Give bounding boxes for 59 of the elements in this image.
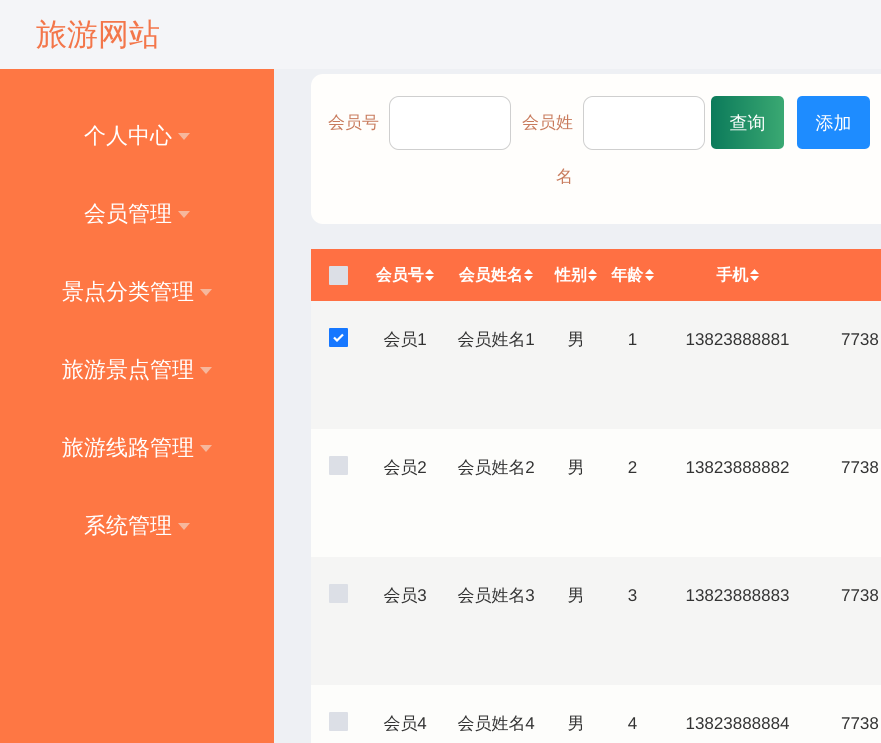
table-cell: 13823888881 <box>685 330 790 349</box>
caret-icon <box>178 210 190 218</box>
input-field[interactable] <box>583 96 705 150</box>
row-checkbox[interactable] <box>328 328 348 347</box>
row-checkbox[interactable] <box>328 584 348 603</box>
sidebar-menu-item[interactable]: 景点分类管理 <box>62 253 212 331</box>
sidebar-menu-item[interactable]: 会员管理 <box>84 175 190 253</box>
table-cell: 会员姓名4 <box>457 714 535 733</box>
sidebar-menu-item[interactable]: 系统管理 <box>84 487 190 565</box>
column-header[interactable]: 会员号 <box>376 264 424 286</box>
table-cell: 会员3 <box>383 586 427 605</box>
input-field[interactable] <box>389 96 511 150</box>
search-button[interactable]: 查询 <box>711 96 784 149</box>
add-button[interactable]: 添加 <box>797 96 870 149</box>
sidebar-menu-item[interactable]: 旅游景点管理 <box>62 331 212 409</box>
row-checkbox[interactable] <box>328 456 348 475</box>
table-cell: 13823888884 <box>685 714 790 733</box>
sort-icon[interactable] <box>524 269 533 281</box>
table-cell: 会员姓名1 <box>457 330 535 349</box>
table-cell: 男 <box>568 458 584 477</box>
caret-icon <box>200 288 212 296</box>
table-cell: 男 <box>568 330 584 349</box>
table-cell: 会员4 <box>383 714 427 733</box>
table-cell: 7738 <box>841 458 879 477</box>
table-cell: 7738 <box>841 586 879 605</box>
table-cell: 会员2 <box>383 458 427 477</box>
table-cell: 7738 <box>841 714 879 733</box>
column-header[interactable]: 性别 <box>555 264 587 286</box>
table-cell: 13823888883 <box>685 586 790 605</box>
column-header[interactable]: 年龄 <box>612 264 644 286</box>
caret-icon <box>178 522 190 530</box>
caret-icon <box>200 444 212 452</box>
table-cell: 1 <box>628 330 638 349</box>
caret-icon <box>200 366 212 374</box>
table-cell: 4 <box>628 714 638 733</box>
table-cell: 会员姓名2 <box>457 458 535 477</box>
sidebar-menu-item[interactable]: 个人中心 <box>84 97 190 175</box>
table-cell: 男 <box>568 586 584 605</box>
field-label: 会员号 <box>327 112 379 134</box>
table-cell: 13823888882 <box>685 458 790 477</box>
sort-icon[interactable] <box>750 269 758 281</box>
field-label: 会员姓名 <box>521 112 573 188</box>
column-header[interactable]: 会员姓名 <box>459 264 523 286</box>
select-all-checkbox[interactable] <box>328 266 348 284</box>
table-cell: 2 <box>628 458 638 477</box>
table-cell: 会员1 <box>383 330 427 349</box>
site-title: 旅游网站 <box>36 16 160 54</box>
sort-icon[interactable] <box>644 269 654 281</box>
check-icon <box>332 333 344 342</box>
table-cell: 3 <box>628 586 638 605</box>
sidebar-menu-item[interactable]: 旅游线路管理 <box>62 409 212 487</box>
caret-icon <box>178 132 190 140</box>
table-cell: 会员姓名3 <box>457 586 535 605</box>
table-cell: 男 <box>568 714 584 733</box>
sort-icon[interactable] <box>588 269 597 281</box>
column-header[interactable]: 手机 <box>716 264 748 286</box>
row-checkbox[interactable] <box>328 712 348 731</box>
sort-icon[interactable] <box>425 269 434 281</box>
table-cell: 7738 <box>841 330 879 349</box>
